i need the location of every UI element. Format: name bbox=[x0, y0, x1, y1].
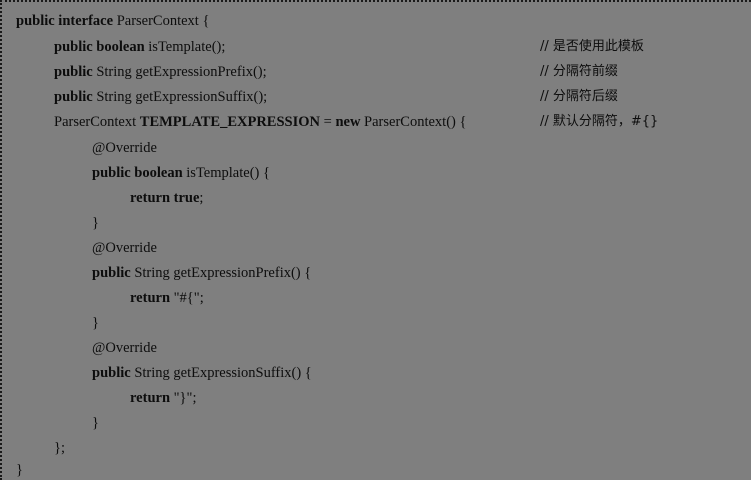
code-annotation: @Override bbox=[92, 240, 157, 256]
code-text: } bbox=[92, 315, 99, 331]
code-text: "}"; bbox=[170, 390, 197, 406]
code-comment-prefix: // 分隔符前缀 bbox=[540, 64, 618, 79]
code-line-return-true: return true; bbox=[130, 188, 203, 208]
code-keyword: public bbox=[54, 89, 93, 105]
code-text: isTemplate(); bbox=[144, 39, 226, 55]
code-line-close-brace: } bbox=[92, 413, 99, 433]
code-text: String getExpressionPrefix(); bbox=[92, 64, 267, 80]
code-line-override: @Override bbox=[92, 238, 157, 258]
code-text: ; bbox=[199, 190, 204, 206]
code-keyword: new bbox=[335, 114, 361, 130]
code-text: }; bbox=[54, 440, 65, 456]
code-line-is-template-impl: public boolean isTemplate() { bbox=[92, 163, 270, 183]
code-keyword: return bbox=[130, 290, 171, 306]
code-line-is-template: public boolean isTemplate(); bbox=[54, 37, 225, 57]
code-comment-default: // 默认分隔符，#{} bbox=[540, 114, 659, 129]
code-text: } bbox=[16, 462, 23, 478]
code-keyword: public bbox=[54, 64, 93, 80]
code-line-get-suffix: public String getExpressionSuffix(); bbox=[54, 87, 267, 107]
code-line-close-interface: } bbox=[16, 460, 23, 480]
code-line-template-expression: ParserContext TEMPLATE_EXPRESSION = new … bbox=[54, 112, 466, 132]
code-text: String getExpressionSuffix() { bbox=[130, 365, 312, 381]
code-keyword: public boolean bbox=[92, 165, 183, 181]
code-line-override: @Override bbox=[92, 138, 157, 158]
code-annotation: @Override bbox=[92, 340, 157, 356]
code-listing: public interface ParserContext { public … bbox=[0, 0, 751, 480]
code-keyword: public bbox=[92, 265, 131, 281]
code-line-return-suffix: return "}"; bbox=[130, 388, 196, 408]
code-text: String getExpressionPrefix() { bbox=[130, 265, 312, 281]
code-text: isTemplate() { bbox=[182, 165, 270, 181]
code-line-close-brace: } bbox=[92, 213, 99, 233]
code-comment-suffix: // 分隔符后缀 bbox=[540, 89, 618, 104]
code-text: } bbox=[92, 215, 99, 231]
code-text: ParserContext bbox=[54, 114, 140, 130]
code-text: } bbox=[92, 415, 99, 431]
code-line-interface-decl: public interface ParserContext { bbox=[16, 11, 209, 31]
code-text: ParserContext { bbox=[113, 13, 210, 29]
code-line-get-prefix: public String getExpressionPrefix(); bbox=[54, 62, 267, 82]
code-constant: TEMPLATE_EXPRESSION bbox=[139, 114, 320, 130]
code-annotation: @Override bbox=[92, 140, 157, 156]
code-text: = bbox=[320, 114, 336, 130]
code-text: String getExpressionSuffix(); bbox=[92, 89, 268, 105]
code-line-close-anon-class: }; bbox=[54, 438, 65, 458]
code-line-get-suffix-impl: public String getExpressionSuffix() { bbox=[92, 363, 312, 383]
code-line-get-prefix-impl: public String getExpressionPrefix() { bbox=[92, 263, 311, 283]
code-keyword: public interface bbox=[16, 13, 114, 29]
code-keyword: public bbox=[92, 365, 131, 381]
code-keyword: public boolean bbox=[54, 39, 145, 55]
code-line-close-brace: } bbox=[92, 313, 99, 333]
code-line-return-prefix: return "#{"; bbox=[130, 288, 204, 308]
code-keyword: return true bbox=[130, 190, 200, 206]
code-keyword: return bbox=[130, 390, 171, 406]
code-line-override: @Override bbox=[92, 338, 157, 358]
code-text: ParserContext() { bbox=[360, 114, 467, 130]
code-comment-is-template: // 是否使用此模板 bbox=[540, 39, 644, 54]
code-text: "#{"; bbox=[170, 290, 204, 306]
